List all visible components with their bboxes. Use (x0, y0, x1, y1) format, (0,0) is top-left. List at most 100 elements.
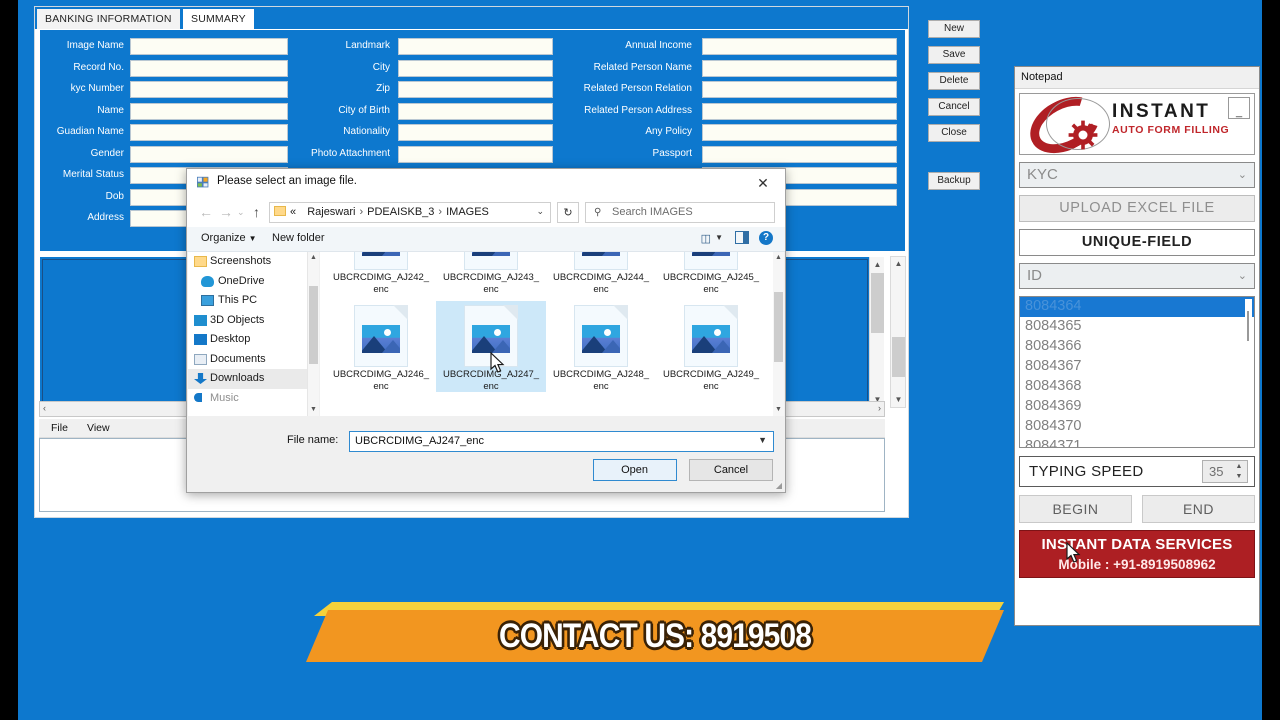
delete-button[interactable]: Delete (928, 72, 980, 90)
field-input-annual-income[interactable] (702, 38, 897, 55)
begin-button[interactable]: BEGIN (1019, 495, 1132, 523)
field-input-any-policy[interactable] (702, 124, 897, 141)
unique-field-select[interactable]: ID ⌄ (1019, 263, 1255, 289)
field-input-nationality[interactable] (398, 124, 553, 141)
field-input-photo-attachment[interactable] (398, 145, 553, 163)
sidebar-item-desktop[interactable]: Desktop (188, 330, 307, 350)
field-input-guardian-name[interactable] (130, 124, 288, 141)
list-item[interactable]: 8084364 (1020, 297, 1254, 317)
scroll-thumb[interactable] (871, 273, 884, 333)
up-one-level-icon[interactable]: ↑ (253, 204, 260, 220)
file-item-selected[interactable]: UBCRCDIMG_AJ247_enc (436, 301, 546, 392)
scroll-left-icon[interactable]: ‹ (43, 403, 46, 413)
field-input-zip[interactable] (398, 81, 553, 98)
organize-menu[interactable]: Organize ▼ (201, 232, 257, 244)
breadcrumb[interactable]: « Rajeswari › PDEAISKB_3 › IMAGES ⌄ (269, 202, 551, 223)
stepper-down-icon[interactable]: ▼ (1234, 472, 1244, 481)
menu-file[interactable]: File (51, 422, 68, 434)
chevron-down-icon[interactable]: ⌄ (536, 206, 544, 217)
scroll-down-icon[interactable]: ▼ (891, 393, 906, 407)
file-item[interactable]: UBCRCDIMG_AJ249_enc (656, 301, 766, 392)
file-item[interactable]: UBCRCDIMG_AJ246_enc (326, 301, 436, 392)
list-item[interactable]: 8084369 (1020, 397, 1254, 417)
file-name-input[interactable]: UBCRCDIMG_AJ247_enc ▼ (349, 431, 774, 452)
field-input-landmark[interactable] (398, 38, 553, 55)
list-item[interactable]: 8084371 (1020, 437, 1254, 447)
back-icon[interactable]: ← (199, 204, 213, 220)
scroll-down-icon[interactable]: ▼ (773, 404, 784, 416)
recent-locations-icon[interactable]: ⌄ (237, 207, 245, 218)
list-item[interactable]: 8084365 (1020, 317, 1254, 337)
field-input-record-no[interactable] (130, 59, 288, 77)
breadcrumb-part-1[interactable]: Rajeswari (307, 206, 355, 218)
sidebar-item-downloads[interactable]: Downloads (188, 369, 307, 389)
scroll-up-icon[interactable]: ▲ (308, 252, 319, 264)
stepper-up-icon[interactable]: ▲ (1234, 462, 1244, 471)
sidebar-item-screenshots[interactable]: Screenshots (188, 252, 307, 272)
view-mode-icon[interactable]: ◫ (701, 232, 711, 245)
field-input-passport[interactable] (702, 145, 897, 163)
field-input-related-person-relation[interactable] (702, 81, 897, 98)
scroll-up-icon[interactable]: ▲ (891, 257, 906, 271)
breadcrumb-part-2[interactable]: PDEAISKB_3 (367, 206, 434, 218)
cancel-button[interactable]: Cancel (928, 98, 980, 116)
backup-button[interactable]: Backup (928, 172, 980, 190)
secondary-vertical-scrollbar[interactable]: ▲ ▼ (890, 256, 906, 408)
file-item[interactable]: UBCRCDIMG_AJ248_enc (546, 301, 656, 392)
sidebar-scrollbar[interactable]: ▲ ▼ (308, 252, 319, 416)
tab-banking-information[interactable]: BANKING INFORMATION (37, 9, 180, 29)
scroll-down-icon[interactable]: ▼ (308, 404, 319, 416)
new-folder-button[interactable]: New folder (272, 232, 325, 244)
scroll-thumb[interactable] (309, 286, 318, 364)
chevron-down-icon[interactable]: ▼ (758, 435, 767, 445)
sidebar-item-onedrive[interactable]: OneDrive (188, 272, 307, 292)
list-item[interactable]: 8084370 (1020, 417, 1254, 437)
end-button[interactable]: END (1142, 495, 1255, 523)
scroll-thumb[interactable] (892, 337, 905, 377)
scroll-up-icon[interactable]: ▲ (773, 252, 784, 264)
breadcrumb-part-3[interactable]: IMAGES (446, 206, 489, 218)
refresh-icon[interactable]: ↻ (557, 202, 579, 223)
scroll-thumb[interactable] (774, 292, 783, 362)
tab-summary[interactable]: SUMMARY (183, 9, 254, 29)
field-input-kyc-number[interactable] (130, 81, 288, 98)
cancel-button[interactable]: Cancel (689, 459, 773, 481)
field-input-image-name[interactable] (130, 38, 288, 55)
id-list-scrollbar[interactable] (1245, 299, 1252, 445)
field-input-related-person-name[interactable] (702, 59, 897, 77)
records-vertical-scrollbar[interactable]: ▲ ▼ (869, 257, 884, 407)
field-input-city-of-birth[interactable] (398, 102, 553, 120)
open-button[interactable]: Open (592, 459, 677, 481)
list-item[interactable]: 8084366 (1020, 337, 1254, 357)
template-select[interactable]: KYC ⌄ (1019, 162, 1255, 188)
list-item[interactable]: 8084368 (1020, 377, 1254, 397)
resize-grip-icon[interactable]: ◢ (776, 481, 782, 490)
close-icon[interactable]: ✕ (741, 169, 785, 197)
minimize-button[interactable]: _ (1228, 97, 1250, 119)
file-item[interactable]: UBCRCDIMG_AJ245_enc (656, 252, 766, 295)
close-button[interactable]: Close (928, 124, 980, 142)
field-input-related-person-address[interactable] (702, 102, 897, 120)
list-item[interactable]: 8084367 (1020, 357, 1254, 377)
sidebar-item-this-pc[interactable]: This PC (188, 291, 307, 311)
sidebar-item-documents[interactable]: Documents (188, 350, 307, 370)
save-button[interactable]: Save (928, 46, 980, 64)
file-item[interactable]: UBCRCDIMG_AJ243_enc (436, 252, 546, 295)
forward-icon[interactable]: → (219, 204, 233, 220)
upload-excel-file-button[interactable]: UPLOAD EXCEL FILE (1019, 195, 1255, 222)
unique-field-button[interactable]: UNIQUE-FIELD (1019, 229, 1255, 256)
typing-speed-stepper[interactable]: 35 ▲ ▼ (1202, 460, 1248, 483)
scroll-thumb[interactable] (1247, 311, 1249, 341)
file-grid-scrollbar[interactable]: ▲ ▼ (773, 252, 784, 416)
search-input[interactable]: ⚲ Search IMAGES (585, 202, 775, 223)
sidebar-item-3d-objects[interactable]: 3D Objects (188, 311, 307, 331)
field-input-gender[interactable] (130, 145, 288, 163)
file-item[interactable]: UBCRCDIMG_AJ244_enc (546, 252, 656, 295)
chevron-down-icon[interactable]: ▼ (715, 233, 723, 242)
sidebar-item-music[interactable]: Music (188, 389, 307, 409)
menu-view[interactable]: View (87, 422, 110, 434)
preview-pane-icon[interactable] (735, 231, 749, 244)
file-item[interactable]: UBCRCDIMG_AJ242_enc (326, 252, 436, 295)
field-input-name[interactable] (130, 102, 288, 120)
scroll-right-icon[interactable]: › (878, 403, 881, 413)
